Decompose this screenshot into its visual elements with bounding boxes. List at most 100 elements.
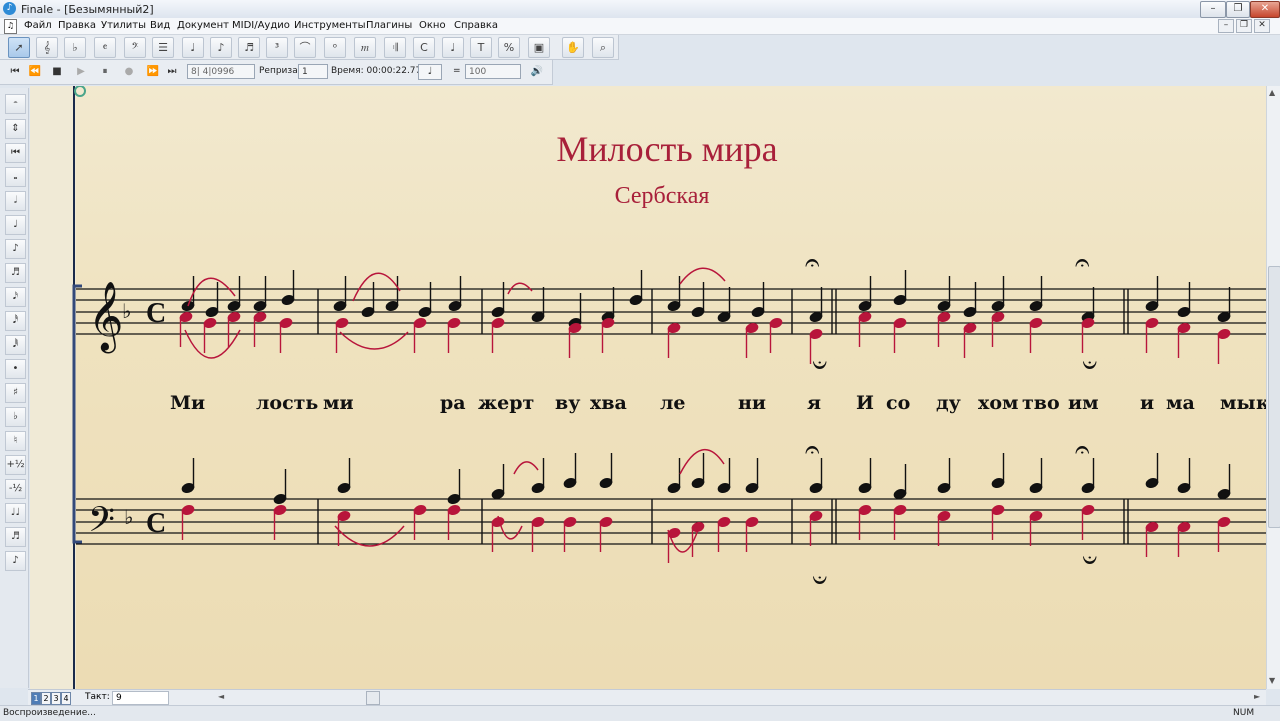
expression-tool-icon[interactable]: 𝆐	[354, 37, 376, 58]
menu-view[interactable]: Вид	[150, 20, 170, 31]
score-document-area[interactable]: Милость мира Сербская 𝄞 ♭ C 𝄢 ♭ C 𝄐 𝄐 𝄐 …	[30, 86, 1266, 689]
menu-instruments[interactable]: Инструменты	[294, 20, 366, 31]
128th-note-icon[interactable]: 𝅘𝅥𝅱	[5, 335, 26, 355]
note-mover-tool-icon[interactable]: ♩	[182, 37, 204, 58]
record-icon[interactable]: ●	[121, 64, 137, 80]
lyric-syllable[interactable]: лость	[256, 392, 318, 414]
page-tab-1[interactable]: 1	[31, 692, 41, 705]
quarter-note-icon[interactable]: ♩	[5, 215, 26, 235]
sharp-icon[interactable]: ♯	[5, 383, 26, 403]
tempo-note-icon[interactable]: ♩	[418, 64, 442, 80]
rewind-icon[interactable]: ⏪	[27, 64, 43, 80]
smart-shape-tool-icon[interactable]: ⌒	[294, 37, 316, 58]
time-signature-tool-icon[interactable]: 𝄴	[94, 37, 116, 58]
menu-midi-audio[interactable]: MIDI/Аудио	[232, 20, 290, 31]
sixteenth-note-icon[interactable]: ♬	[5, 263, 26, 283]
repeat-tool-icon[interactable]: 𝄇	[384, 37, 406, 58]
score-subtitle[interactable]: Сербская	[615, 183, 710, 209]
repeat-select[interactable]: 1	[298, 64, 328, 79]
eraser-icon[interactable]: 𝄼	[5, 94, 26, 114]
tuplet-entry-icon[interactable]: ♩♩	[5, 503, 26, 523]
scroll-down-icon[interactable]: ▼	[1269, 676, 1275, 685]
articulation-tool-icon[interactable]: ᵒ	[324, 37, 346, 58]
lyric-syllable[interactable]: жерт	[478, 392, 534, 414]
menu-edit[interactable]: Правка	[58, 20, 96, 31]
lyric-syllable[interactable]: хом	[978, 392, 1019, 414]
page-tab-4[interactable]: 4	[61, 692, 71, 705]
speedy-entry-tool-icon[interactable]: ♬	[238, 37, 260, 58]
menu-file[interactable]: Файл	[24, 20, 52, 31]
half-note-icon[interactable]: 𝅗𝅥	[5, 191, 26, 211]
tie-icon[interactable]: ⇕	[5, 119, 26, 139]
lyric-syllable[interactable]: я	[807, 392, 821, 414]
lyric-syllable[interactable]: ми	[323, 392, 354, 414]
measure-input[interactable]: 9	[112, 691, 169, 705]
menu-help[interactable]: Справка	[454, 20, 498, 31]
close-button[interactable]: ✕	[1250, 1, 1280, 18]
rewind-to-start-icon[interactable]: ⏮	[7, 64, 23, 80]
simple-entry-tool-icon[interactable]: ♪	[210, 37, 232, 58]
lyric-syllable[interactable]: ра	[440, 392, 466, 414]
speaker-icon[interactable]: 🔊	[528, 64, 546, 80]
beam-icon[interactable]: ♬	[5, 527, 26, 547]
page-tab-3[interactable]: 3	[51, 692, 61, 705]
menu-document[interactable]: Документ	[177, 20, 229, 31]
playback-position-field[interactable]: 8| 4|0996	[187, 64, 255, 79]
horizontal-scroll-thumb[interactable]	[366, 691, 380, 705]
lyric-syllable[interactable]: ни	[738, 392, 766, 414]
clef-tool-icon[interactable]: 𝄢	[124, 37, 146, 58]
lyric-syllable[interactable]: тво	[1022, 392, 1060, 414]
lyric-syllable[interactable]: мы	[1220, 392, 1256, 414]
tuplet-tool-icon[interactable]: ³	[266, 37, 288, 58]
hand-grabber-tool-icon[interactable]: ✋	[562, 37, 584, 58]
vertical-scrollbar[interactable]: ▲ ▼	[1266, 86, 1280, 689]
lyric-syllable[interactable]: и	[1140, 392, 1154, 414]
stop-icon[interactable]: ■	[49, 64, 65, 80]
tempo-field[interactable]: 100	[465, 64, 521, 79]
measure-tool-icon[interactable]: ☰	[152, 37, 174, 58]
doc-restore-button[interactable]: ❐	[1236, 19, 1252, 33]
thirty-second-note-icon[interactable]: 𝅘𝅥𝅯	[5, 287, 26, 307]
flip-stem-icon[interactable]: ♪	[5, 551, 26, 571]
lyric-syllable[interactable]: ле	[660, 392, 686, 414]
whole-note-icon[interactable]: 𝅝	[5, 167, 26, 187]
scroll-right-icon[interactable]: ►	[1254, 692, 1260, 701]
lyrics-tool-icon[interactable]: ♩	[442, 37, 464, 58]
doc-minimize-button[interactable]: –	[1218, 19, 1234, 33]
chord-tool-icon[interactable]: C	[413, 37, 435, 58]
fast-forward-to-end-icon[interactable]: ⏭	[164, 64, 180, 80]
lyric-syllable[interactable]: И	[856, 392, 874, 414]
eighth-note-icon[interactable]: ♪	[5, 239, 26, 259]
resize-tool-icon[interactable]: %	[498, 37, 520, 58]
half-step-up-icon[interactable]: +½	[5, 455, 26, 475]
lyric-syllable[interactable]: хва	[590, 392, 627, 414]
page-tab-2[interactable]: 2	[41, 692, 51, 705]
menu-window[interactable]: Окно	[419, 20, 446, 31]
lyric-syllable[interactable]: Ми	[170, 392, 205, 414]
flat-icon[interactable]: ♭	[5, 407, 26, 427]
dot-icon[interactable]: •	[5, 359, 26, 379]
grace-note-icon[interactable]: ⏮	[5, 143, 26, 163]
notes-layer[interactable]	[179, 270, 1231, 563]
score-title[interactable]: Милость мира	[556, 129, 777, 169]
scroll-left-icon[interactable]: ◄	[218, 692, 224, 701]
vertical-scroll-thumb[interactable]	[1268, 266, 1280, 528]
page-layout-tool-icon[interactable]: ▣	[528, 37, 550, 58]
document-icon[interactable]: ♫	[4, 19, 17, 34]
text-tool-icon[interactable]: T	[470, 37, 492, 58]
natural-icon[interactable]: ♮	[5, 431, 26, 451]
minimize-button[interactable]: –	[1200, 1, 1226, 18]
fast-forward-icon[interactable]: ⏩	[145, 64, 161, 80]
zoom-tool-icon[interactable]: ⌕	[592, 37, 614, 58]
lyric-syllable[interactable]: к	[1256, 392, 1266, 414]
sixty-fourth-note-icon[interactable]: 𝅘𝅥𝅰	[5, 311, 26, 331]
lyric-syllable[interactable]: ду	[936, 392, 961, 414]
selection-tool-icon[interactable]: ➚	[8, 37, 30, 58]
menu-plugins[interactable]: Плагины	[366, 20, 412, 31]
lyrics-line[interactable]: Ми лость ми ра жерт ву хва ле ни я И со …	[170, 392, 1266, 414]
half-step-down-icon[interactable]: -½	[5, 479, 26, 499]
score-canvas[interactable]: Милость мира Сербская 𝄞 ♭ C 𝄢 ♭ C 𝄐 𝄐 𝄐 …	[30, 86, 1266, 689]
lyric-syllable[interactable]: со	[886, 392, 910, 414]
scroll-up-icon[interactable]: ▲	[1269, 88, 1275, 97]
lyric-syllable[interactable]: им	[1068, 392, 1099, 414]
